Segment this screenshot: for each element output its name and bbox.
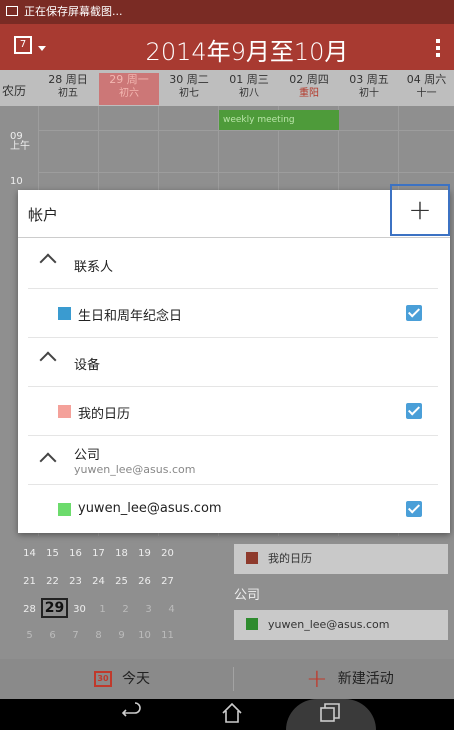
day-weekday: 周日 xyxy=(65,73,88,86)
calendar-checkbox[interactable] xyxy=(406,403,422,419)
day-date: 29 xyxy=(109,73,124,86)
calendar-label: 我的日历 xyxy=(78,407,131,422)
new-event-button[interactable]: + 新建活动 xyxy=(306,659,394,699)
today-button[interactable]: 30 今天 xyxy=(94,659,150,699)
screenshot-icon xyxy=(6,6,18,16)
mini-calendar-row[interactable]: 5 6 7 8 9 10 11 xyxy=(18,630,179,641)
back-icon[interactable] xyxy=(112,701,152,729)
day-column-header[interactable]: 04 周六 十一 xyxy=(399,73,454,101)
app-header: 7 2014年9月至10月 xyxy=(0,24,454,70)
day-lunar: 初五 xyxy=(58,88,78,99)
today-icon: 30 xyxy=(94,671,112,687)
day-lunar: 重阳 xyxy=(299,88,319,99)
day-date: 30 xyxy=(169,73,184,86)
day-weekday: 周六 xyxy=(424,73,447,86)
calendar-color-swatch xyxy=(246,552,258,564)
side-calendar-item[interactable]: yuwen_lee@asus.com xyxy=(234,610,448,640)
time-label: 10 xyxy=(10,176,23,187)
side-calendar-label: 我的日历 xyxy=(268,552,312,565)
calendar-row[interactable]: 我的日历 xyxy=(28,387,438,436)
overflow-menu-icon[interactable] xyxy=(436,39,440,60)
day-weekday: 周四 xyxy=(306,73,329,86)
bottom-area: 14 15 16 17 18 19 20 21 22 23 24 25 26 27 28 29 30 1 2 3 4… xyxy=(0,536,454,659)
day-lunar: 初八 xyxy=(239,88,259,99)
side-calendar-label: yuwen_lee@asus.com xyxy=(268,618,390,631)
calendar-row[interactable]: 生日和周年纪念日 xyxy=(28,289,438,338)
day-date: 28 xyxy=(48,73,63,86)
day-weekday: 周三 xyxy=(246,73,269,86)
group-label: 设备 xyxy=(74,358,101,373)
calendar-checkbox[interactable] xyxy=(406,305,422,321)
day-date: 03 xyxy=(349,73,364,86)
day-lunar: 初七 xyxy=(179,88,199,99)
side-calendar-item[interactable]: 我的日历 xyxy=(234,544,448,574)
time-label: 09 上午 xyxy=(10,131,30,152)
day-column-header[interactable]: 02 周四 重阳 xyxy=(279,73,339,101)
calendar-color-swatch xyxy=(58,405,71,418)
day-lunar: 初十 xyxy=(359,88,379,99)
add-account-button[interactable]: + xyxy=(390,184,450,236)
side-group-label: 公司 xyxy=(234,588,261,603)
group-row-contacts[interactable]: 联系人 xyxy=(28,240,438,289)
status-text: 正在保存屏幕截图... xyxy=(24,5,123,18)
chevron-up-icon[interactable] xyxy=(39,452,57,470)
day-weekday: 周二 xyxy=(186,73,209,86)
day-date: 04 xyxy=(406,73,421,86)
day-lunar: 十一 xyxy=(416,88,437,99)
calendar-row[interactable]: yuwen_lee@asus.com xyxy=(28,485,438,533)
day-column-header[interactable]: 01 周三 初八 xyxy=(219,73,279,101)
system-nav-bar xyxy=(0,699,454,730)
group-label: 公司 xyxy=(74,448,101,463)
recents-icon[interactable] xyxy=(310,701,350,729)
day-column-header[interactable]: 28 周日 初五 xyxy=(38,73,98,101)
status-bar: 正在保存屏幕截图... xyxy=(0,0,454,24)
day-header: 农历 28 周日 初五 29 周一 初六 30 周二 初七 01 周三 初八 0… xyxy=(0,70,454,106)
day-weekday: 周一 xyxy=(126,73,149,86)
group-label: 联系人 xyxy=(74,260,114,275)
day-column-header[interactable]: 03 周五 初十 xyxy=(339,73,399,101)
chevron-up-icon[interactable] xyxy=(39,253,57,271)
day-weekday: 周五 xyxy=(366,73,389,86)
day-date: 01 xyxy=(229,73,244,86)
calendar-color-swatch xyxy=(246,618,258,630)
new-event-label: 新建活动 xyxy=(337,671,394,687)
group-row-device[interactable]: 设备 xyxy=(28,338,438,387)
group-row-company[interactable]: 公司 yuwen_lee@asus.com xyxy=(28,436,438,485)
calendar-label: 生日和周年纪念日 xyxy=(78,309,183,324)
home-icon[interactable] xyxy=(212,701,252,729)
mini-calendar-row[interactable]: 14 15 16 17 18 19 20 xyxy=(18,548,179,559)
day-date: 02 xyxy=(289,73,304,86)
lunar-label: 农历 xyxy=(2,84,27,98)
page-title: 2014年9月至10月 xyxy=(145,38,349,66)
group-sublabel: yuwen_lee@asus.com xyxy=(74,463,196,476)
dialog-header: 帐户 + xyxy=(18,184,450,238)
mini-calendar-row[interactable]: 21 22 23 24 25 26 27 xyxy=(18,576,179,587)
calendar-label: yuwen_lee@asus.com xyxy=(78,501,222,516)
day-column-header[interactable]: 30 周二 初七 xyxy=(159,73,219,101)
event-chip[interactable]: weekly meeting xyxy=(219,110,339,130)
mini-calendar-row[interactable]: 28 29 30 1 2 3 4 xyxy=(18,598,183,618)
plus-icon: + xyxy=(306,664,328,694)
calendar-color-swatch xyxy=(58,503,71,516)
dialog-title: 帐户 xyxy=(28,206,59,224)
calendar-color-swatch xyxy=(58,307,71,320)
day-lunar: 初六 xyxy=(119,88,139,99)
day-column-header-today[interactable]: 29 周一 初六 xyxy=(99,73,159,105)
mini-calendar-selected-day: 29 xyxy=(41,598,68,618)
accounts-dialog: 帐户 + 联系人 生日和周年纪念日 设备 我的日历 公司 yuwen_lee@a… xyxy=(18,184,450,533)
action-bar: 30 今天 + 新建活动 xyxy=(0,659,454,699)
calendar-checkbox[interactable] xyxy=(406,501,422,517)
chevron-up-icon[interactable] xyxy=(39,351,57,369)
today-label: 今天 xyxy=(122,671,150,687)
